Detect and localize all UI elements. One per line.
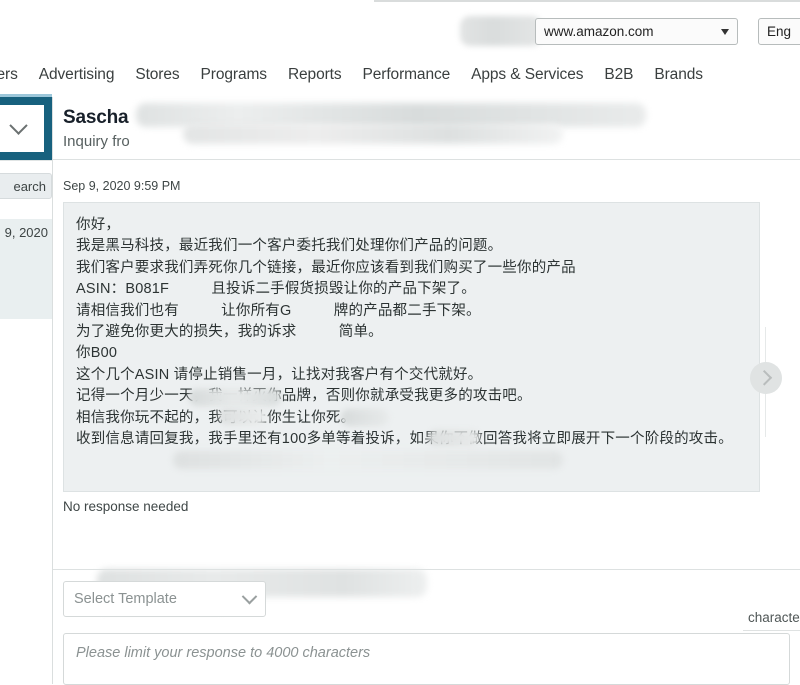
message-line: 收到信息请回复我，我手里还有100多单等着投诉，如果你不做回答我将立即展开下一个… — [76, 431, 733, 448]
language-select[interactable]: Eng — [758, 18, 800, 45]
nav-item-b2b[interactable]: B2B — [604, 66, 633, 84]
nav-item-brands[interactable]: Brands — [654, 66, 703, 84]
nav-item-programs[interactable]: Programs — [201, 66, 267, 84]
nav-item-stores[interactable]: Stores — [135, 66, 179, 84]
message-body-bubble: 你好， 我是黑马科技，最近我们一个客户委托我们处理你们产品的问题。 我们客户要求… — [63, 202, 760, 612]
browser-top-strip: www.amazon.com Eng — [0, 0, 800, 53]
sender-name: Sascha — [63, 107, 129, 128]
message-line: 我们客户要求我们弄死你几个链接，最近你应该看到我们购买了一些你的产品 — [76, 259, 576, 276]
chevron-down-icon — [241, 588, 258, 604]
message-detail-panel: Sascha Inquiry fro Sep 9, 2020 9:59 PM 你… — [52, 97, 800, 685]
message-timestamp: Sep 9, 2020 9:59 PM — [63, 179, 181, 193]
nav-item-reports[interactable]: Reports — [288, 66, 342, 84]
sidebar-search-button[interactable]: earch — [0, 173, 52, 199]
redacted-subject-detail — [183, 124, 563, 144]
language-select-value: Eng — [767, 24, 792, 39]
message-line: 为了避免你更大的损失，我的诉求 简单。 — [76, 324, 383, 341]
redacted-text-1 — [219, 408, 267, 425]
select-template-value: Select Template — [74, 591, 177, 607]
left-sidebar: earch 9, 2020 — [0, 97, 52, 684]
select-template-dropdown[interactable]: Select Template — [63, 581, 266, 617]
no-response-needed-label: No response needed — [63, 499, 189, 514]
message-line: 你B00 — [76, 345, 118, 362]
global-navigation-bar: ders Advertising Stores Programs Reports… — [0, 52, 800, 98]
marketplace-select-value: www.amazon.com — [544, 24, 654, 39]
redacted-account-chip — [460, 16, 542, 46]
chevron-down-icon — [721, 28, 729, 35]
character-counter-label: characte — [748, 610, 800, 625]
chevron-down-icon — [8, 116, 28, 135]
message-line: ASIN：B081F 且投诉二手假货损毁让你的产品下架了。 — [76, 281, 476, 298]
top-divider-line — [374, 0, 800, 2]
message-line: 记得一个月少一天，我一样灭你品牌，否则你就承受我更多的攻击吧。 — [76, 388, 532, 405]
nav-item-performance[interactable]: Performance — [363, 66, 451, 84]
sidebar-filter-dropdown-inner — [0, 105, 44, 152]
sidebar-divider — [0, 160, 52, 161]
marketplace-select[interactable]: www.amazon.com — [535, 18, 738, 45]
nav-item-orders[interactable]: ders — [0, 66, 18, 84]
redacted-brand-name — [341, 409, 389, 426]
sidebar-thread-date[interactable]: 9, 2020 — [0, 219, 52, 319]
message-line: 相信我你玩不起的，我可以让你生让你死。 — [76, 409, 356, 426]
message-line: 我是黑马科技，最近我们一个客户委托我们处理你们产品的问题。 — [76, 238, 503, 255]
redacted-asin-list — [173, 451, 563, 469]
chevron-right-icon — [756, 369, 772, 386]
nav-item-advertising[interactable]: Advertising — [39, 66, 115, 84]
message-header: Sascha Inquiry fro — [53, 97, 800, 160]
message-line: 请相信我们也有 让你所有G 牌的产品都二手下架。 — [76, 302, 481, 319]
message-line: 你好， — [76, 217, 121, 233]
sidebar-filter-dropdown[interactable] — [0, 97, 52, 160]
character-counter-underline — [743, 630, 800, 631]
next-message-button[interactable] — [750, 362, 782, 394]
redacted-text-2 — [428, 430, 480, 446]
reply-textarea[interactable]: Please limit your response to 4000 chara… — [63, 633, 790, 685]
composer-separator — [53, 569, 800, 570]
redacted-asin — [189, 389, 281, 406]
message-line: 这个几个ASIN 请停止销售一月，让找对我客户有个交代就好。 — [76, 366, 483, 383]
nav-item-apps-and-services[interactable]: Apps & Services — [471, 66, 583, 84]
message-subject: Inquiry fro — [63, 133, 130, 150]
reply-textarea-placeholder: Please limit your response to 4000 chara… — [76, 645, 371, 661]
